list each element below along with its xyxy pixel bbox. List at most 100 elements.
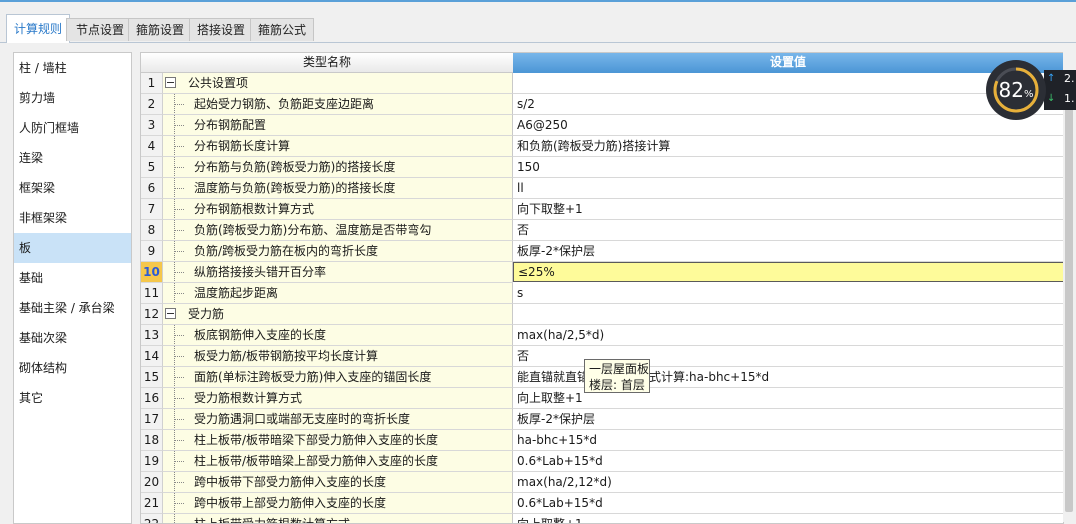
type-name-text: 受力筋遇洞口或端部无支座时的弯折长度 bbox=[194, 412, 411, 426]
row-number[interactable]: 4 bbox=[141, 136, 163, 157]
table-row[interactable]: 18 柱上板带/板带暗梁下部受力筋伸入支座的长度 ha-bhc+15*d bbox=[141, 430, 1063, 451]
table-row[interactable]: 22 柱上板带受力筋根数计算方式 向上取整+1 bbox=[141, 514, 1063, 523]
row-number[interactable]: 22 bbox=[141, 514, 163, 523]
table-row[interactable]: 3 分布钢筋配置 A6@250 bbox=[141, 115, 1063, 136]
tab-stirrup-settings[interactable]: 箍筋设置 bbox=[128, 18, 192, 41]
table-row[interactable]: 11 温度筋起步距离 s bbox=[141, 283, 1063, 304]
row-number[interactable]: 15 bbox=[141, 367, 163, 388]
setting-value-cell[interactable]: ll bbox=[513, 178, 1063, 199]
row-number[interactable]: 17 bbox=[141, 409, 163, 430]
row-number[interactable]: 18 bbox=[141, 430, 163, 451]
tab-stirrup-formula[interactable]: 箍筋公式 bbox=[250, 18, 314, 41]
header-setting-value: 设置值 bbox=[513, 53, 1063, 73]
table-row[interactable]: 12 受力筋 bbox=[141, 304, 1063, 325]
setting-value-cell[interactable]: 向下取整+1 bbox=[513, 199, 1063, 220]
table-row[interactable]: 2 起始受力钢筋、负筋距支座边距离 s/2 bbox=[141, 94, 1063, 115]
sidebar-item-frame-beam[interactable]: 框架梁 bbox=[14, 173, 131, 203]
row-number[interactable]: 8 bbox=[141, 220, 163, 241]
row-number[interactable]: 11 bbox=[141, 283, 163, 304]
table-row[interactable]: 20 跨中板带下部受力筋伸入支座的长度 max(ha/2,12*d) bbox=[141, 472, 1063, 493]
row-number[interactable]: 6 bbox=[141, 178, 163, 199]
scrollbar-thumb[interactable] bbox=[1065, 72, 1073, 512]
table-row[interactable]: 6 温度筋与负筋(跨板受力筋)的搭接长度 ll bbox=[141, 178, 1063, 199]
row-number[interactable]: 10 bbox=[141, 262, 163, 283]
type-name-cell: 受力筋根数计算方式 bbox=[163, 388, 513, 409]
row-number[interactable]: 20 bbox=[141, 472, 163, 493]
tree-branch bbox=[174, 209, 184, 211]
setting-value-cell[interactable]: A6@250 bbox=[513, 115, 1063, 136]
row-number[interactable]: 12 bbox=[141, 304, 163, 325]
row-number[interactable]: 21 bbox=[141, 493, 163, 514]
type-name-text: 分布钢筋配置 bbox=[194, 118, 267, 132]
table-row[interactable]: 9 负筋/跨板受力筋在板内的弯折长度 板厚-2*保护层 bbox=[141, 241, 1063, 262]
type-name-cell: 柱上板带/板带暗梁上部受力筋伸入支座的长度 bbox=[163, 451, 513, 472]
tab-calc-rules[interactable]: 计算规则 bbox=[6, 14, 70, 43]
setting-value-cell[interactable]: 向上取整+1 bbox=[513, 514, 1063, 523]
setting-value-cell[interactable]: s/2 bbox=[513, 94, 1063, 115]
table-row[interactable]: 7 分布钢筋根数计算方式 向下取整+1 bbox=[141, 199, 1063, 220]
tab-node-settings[interactable]: 节点设置 bbox=[66, 18, 134, 41]
download-speed: 1. bbox=[1064, 92, 1075, 105]
setting-value-cell[interactable]: s bbox=[513, 283, 1063, 304]
row-number[interactable]: 13 bbox=[141, 325, 163, 346]
setting-value-cell[interactable]: 和负筋(跨板受力筋)搭接计算 bbox=[513, 136, 1063, 157]
settings-grid: 类型名称 设置值 1 公共设置项 2 起始受力钢筋、负筋距支座边距离 s/2 3 分布钢筋配… bbox=[140, 52, 1064, 524]
table-row[interactable]: 1 公共设置项 bbox=[141, 73, 1063, 94]
table-row[interactable]: 10 纵筋搭接接头错开百分率 ≤25% bbox=[141, 262, 1063, 283]
collapse-icon[interactable] bbox=[165, 77, 176, 88]
sidebar-item-slab[interactable]: 板 bbox=[14, 233, 131, 263]
sidebar-item-masonry[interactable]: 砌体结构 bbox=[14, 353, 131, 383]
tree-branch bbox=[174, 188, 184, 190]
row-number[interactable]: 16 bbox=[141, 388, 163, 409]
type-name-cell: 分布钢筋根数计算方式 bbox=[163, 199, 513, 220]
sidebar-item-foundation[interactable]: 基础 bbox=[14, 263, 131, 293]
table-row[interactable]: 5 分布筋与负筋(跨板受力筋)的搭接长度 150 bbox=[141, 157, 1063, 178]
row-number[interactable]: 3 bbox=[141, 115, 163, 136]
setting-value-cell[interactable]: 板厚-2*保护层 bbox=[513, 409, 1063, 430]
type-name-cell: 柱上板带受力筋根数计算方式 bbox=[163, 514, 513, 523]
setting-value-cell[interactable]: max(ha/2,5*d) bbox=[513, 325, 1063, 346]
setting-value-cell[interactable]: ha-bhc+15*d bbox=[513, 430, 1063, 451]
collapse-icon[interactable] bbox=[165, 308, 176, 319]
row-number[interactable]: 14 bbox=[141, 346, 163, 367]
setting-value-cell[interactable]: 0.6*Lab+15*d bbox=[513, 493, 1063, 514]
type-name-text: 公共设置项 bbox=[188, 76, 249, 90]
table-row[interactable]: 21 跨中板带上部受力筋伸入支座的长度 0.6*Lab+15*d bbox=[141, 493, 1063, 514]
tab-lap-settings[interactable]: 搭接设置 bbox=[189, 18, 253, 41]
setting-value-cell[interactable]: 150 bbox=[513, 157, 1063, 178]
row-number[interactable]: 7 bbox=[141, 199, 163, 220]
sidebar-item-column[interactable]: 柱 / 墙柱 bbox=[14, 53, 131, 83]
type-name-text: 起始受力钢筋、负筋距支座边距离 bbox=[194, 97, 375, 111]
table-row[interactable]: 19 柱上板带/板带暗梁上部受力筋伸入支座的长度 0.6*Lab+15*d bbox=[141, 451, 1063, 472]
sidebar-item-shear-wall[interactable]: 剪力墙 bbox=[14, 83, 131, 113]
sidebar-item-other[interactable]: 其它 bbox=[14, 383, 131, 413]
row-number[interactable]: 1 bbox=[141, 73, 163, 94]
table-row[interactable]: 13 板底钢筋伸入支座的长度 max(ha/2,5*d) bbox=[141, 325, 1063, 346]
row-number[interactable]: 2 bbox=[141, 94, 163, 115]
row-number[interactable]: 5 bbox=[141, 157, 163, 178]
row-number[interactable]: 19 bbox=[141, 451, 163, 472]
setting-value-cell[interactable]: 否 bbox=[513, 220, 1063, 241]
sidebar-item-civil-defense-door[interactable]: 人防门框墙 bbox=[14, 113, 131, 143]
table-row[interactable]: 17 受力筋遇洞口或端部无支座时的弯折长度 板厚-2*保护层 bbox=[141, 409, 1063, 430]
setting-value-cell[interactable]: 0.6*Lab+15*d bbox=[513, 451, 1063, 472]
table-row[interactable]: 8 负筋(跨板受力筋)分布筋、温度筋是否带弯勾 否 bbox=[141, 220, 1063, 241]
tree-branch bbox=[174, 104, 184, 106]
performance-gauge[interactable]: 82% bbox=[986, 60, 1046, 120]
sidebar-item-foundation-main-beam[interactable]: 基础主梁 / 承台梁 bbox=[14, 293, 131, 323]
row-number[interactable]: 9 bbox=[141, 241, 163, 262]
type-name-text: 分布钢筋长度计算 bbox=[194, 139, 291, 153]
floor-tooltip: 一层屋面板 楼层: 首层 bbox=[584, 359, 650, 393]
sidebar-item-non-frame-beam[interactable]: 非框架梁 bbox=[14, 203, 131, 233]
setting-value-cell[interactable]: max(ha/2,12*d) bbox=[513, 472, 1063, 493]
setting-value-cell-selected[interactable]: ≤25% bbox=[513, 262, 1063, 282]
gauge-value: 82 bbox=[998, 78, 1024, 102]
table-row[interactable]: 4 分布钢筋长度计算 和负筋(跨板受力筋)搭接计算 bbox=[141, 136, 1063, 157]
tree-branch bbox=[174, 293, 184, 295]
sidebar-item-coupling-beam[interactable]: 连梁 bbox=[14, 143, 131, 173]
setting-value-cell bbox=[513, 304, 1063, 325]
sidebar-item-foundation-secondary-beam[interactable]: 基础次梁 bbox=[14, 323, 131, 353]
vertical-scrollbar[interactable] bbox=[1063, 52, 1075, 522]
window-top-border bbox=[0, 0, 1076, 2]
setting-value-cell[interactable]: 板厚-2*保护层 bbox=[513, 241, 1063, 262]
